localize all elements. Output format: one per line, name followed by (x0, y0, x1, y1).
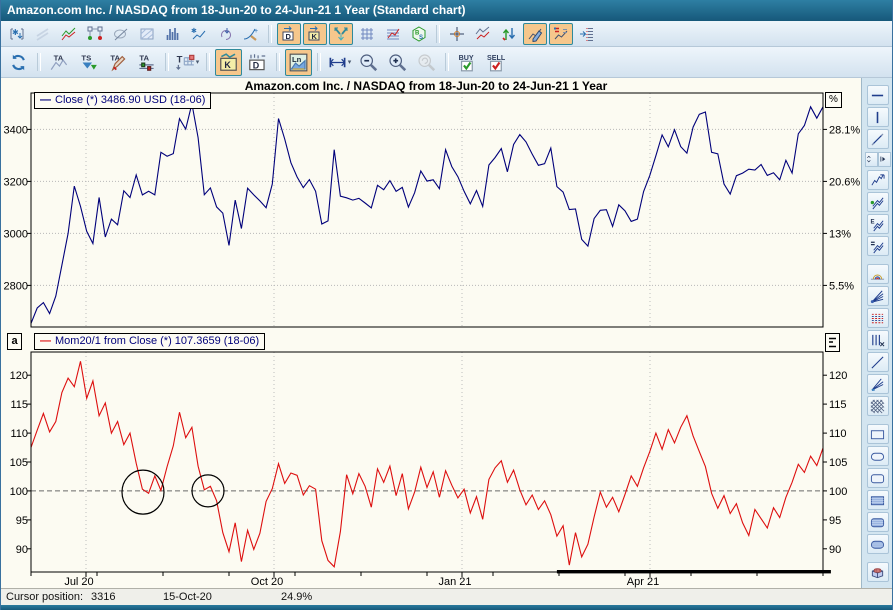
panel-annotation-button[interactable]: a (7, 333, 22, 350)
ellipse-icon (870, 449, 885, 464)
cursor-percent-value: 24.9% (281, 591, 312, 603)
svg-text:3400: 3400 (4, 124, 28, 136)
ellipse-tool-button[interactable] (867, 446, 889, 466)
svg-text:90: 90 (16, 544, 28, 556)
fibonacci-grid-tool-button[interactable] (867, 308, 889, 328)
momentum-series-legend[interactable]: — Mom20/1 from Close (*) 107.3659 (18-06) (34, 333, 265, 350)
svg-text:100: 100 (829, 486, 847, 498)
svg-text:3000: 3000 (4, 228, 28, 240)
momentum-legend-text: Mom20/1 from Close (*) 107.3659 (18-06) (55, 335, 259, 347)
svg-text:Apr 21: Apr 21 (627, 576, 659, 588)
cursor-date-value: 15-Oct-20 (163, 591, 212, 603)
application-window: Amazon.com Inc. / NASDAQ from 18-Jun-20 … (0, 0, 893, 610)
rectangle-icon (870, 427, 885, 442)
svg-text:28.1%: 28.1% (829, 124, 860, 136)
pitchfork-icon (870, 377, 885, 392)
momentum-line-marker: — (40, 335, 51, 347)
window-bottom-edge (1, 605, 893, 610)
rounded-rectangle-filled-tool-button[interactable] (867, 512, 889, 532)
svg-text:120: 120 (10, 370, 28, 382)
parallel-lines-icon (870, 239, 885, 254)
svg-text:2800: 2800 (4, 280, 28, 292)
panel-properties-icon (828, 337, 837, 348)
svg-text:E: E (870, 218, 874, 225)
ellipse-filled-tool-button[interactable] (867, 534, 889, 554)
status-bar: Cursor position: 3316 15-Oct-20 24.9% (1, 588, 893, 606)
vertical-lines-icon (870, 333, 885, 348)
vertical-line-icon (870, 110, 885, 125)
rectangle-filled-icon (870, 493, 885, 508)
svg-text:13%: 13% (829, 228, 851, 240)
svg-text:3200: 3200 (4, 176, 28, 188)
parallel-lines-tool-button[interactable] (867, 236, 889, 256)
svg-text:95: 95 (16, 515, 28, 527)
diagonal-line-icon (870, 132, 885, 147)
svg-text:100: 100 (10, 486, 28, 498)
svg-text:110: 110 (10, 428, 28, 440)
expand-panel-button[interactable] (878, 152, 891, 167)
cursor-position-label: Cursor position: (6, 591, 83, 603)
vertical-line-tool-button[interactable] (867, 107, 889, 127)
svg-text:Jul 20: Jul 20 (64, 576, 93, 588)
sidebar-mini-controls (865, 152, 891, 167)
svg-text:110: 110 (829, 428, 847, 440)
vertical-lines-tool-button[interactable] (867, 330, 889, 350)
equidistant-channel-icon: E (870, 217, 885, 232)
fan-lines-tool-button[interactable] (867, 286, 889, 306)
equidistant-channel-tool-button[interactable]: E (867, 214, 889, 234)
horizontal-line-icon (870, 88, 885, 103)
trend-line-tool-button[interactable] (867, 352, 889, 372)
svg-text:Oct 20: Oct 20 (251, 576, 283, 588)
svg-text:120: 120 (829, 370, 847, 382)
regression-channel-icon (870, 195, 885, 210)
cube-3d-tool-button[interactable] (867, 562, 889, 582)
percent-scale-button[interactable]: % (825, 92, 842, 108)
close-line-marker: — (40, 94, 51, 106)
collapse-panel-button[interactable] (865, 152, 878, 167)
fibonacci-arcs-icon (870, 267, 885, 282)
svg-text:105: 105 (829, 457, 847, 469)
svg-text:20.6%: 20.6% (829, 176, 860, 188)
svg-text:95: 95 (829, 515, 841, 527)
panel-properties-button[interactable] (825, 333, 840, 352)
close-legend-text: Close (*) 3486.90 USD (18-06) (55, 94, 205, 106)
svg-text:115: 115 (829, 399, 847, 411)
rectangle-tool-button[interactable] (867, 424, 889, 444)
rectangle-filled-tool-button[interactable] (867, 490, 889, 510)
collapse-panel-icon (866, 155, 876, 165)
rounded-rectangle-tool-button[interactable] (867, 468, 889, 488)
svg-text:105: 105 (10, 457, 28, 469)
trend-channel-tool-button[interactable] (867, 170, 889, 190)
trend-line-icon (870, 355, 885, 370)
svg-text:Jan 21: Jan 21 (438, 576, 471, 588)
svg-text:5.5%: 5.5% (829, 280, 854, 292)
rounded-rectangle-filled-icon (870, 515, 885, 530)
trend-channel-icon (870, 173, 885, 188)
ellipse-filled-icon (870, 537, 885, 552)
horizontal-line-tool-button[interactable] (867, 85, 889, 105)
svg-text:115: 115 (10, 399, 28, 411)
pitchfork-tool-button[interactable] (867, 374, 889, 394)
fibonacci-grid-icon (870, 311, 885, 326)
crosshatch-area-tool-button[interactable] (867, 396, 889, 416)
cursor-position-value: 3316 (91, 591, 115, 603)
expand-panel-icon (879, 155, 889, 165)
regression-channel-tool-button[interactable] (867, 192, 889, 212)
rounded-rectangle-icon (870, 471, 885, 486)
close-series-legend[interactable]: — Close (*) 3486.90 USD (18-06) (34, 92, 211, 109)
cube-3d-icon (870, 565, 885, 580)
svg-text:90: 90 (829, 544, 841, 556)
drawing-tools-sidebar: E (861, 78, 893, 605)
fibonacci-arcs-tool-button[interactable] (867, 264, 889, 284)
crosshatch-area-icon (870, 399, 885, 414)
diagonal-line-tool-button[interactable] (867, 129, 889, 149)
chart-title: Amazon.com Inc. / NASDAQ from 18-Jun-20 … (1, 79, 851, 93)
fan-lines-icon (870, 289, 885, 304)
